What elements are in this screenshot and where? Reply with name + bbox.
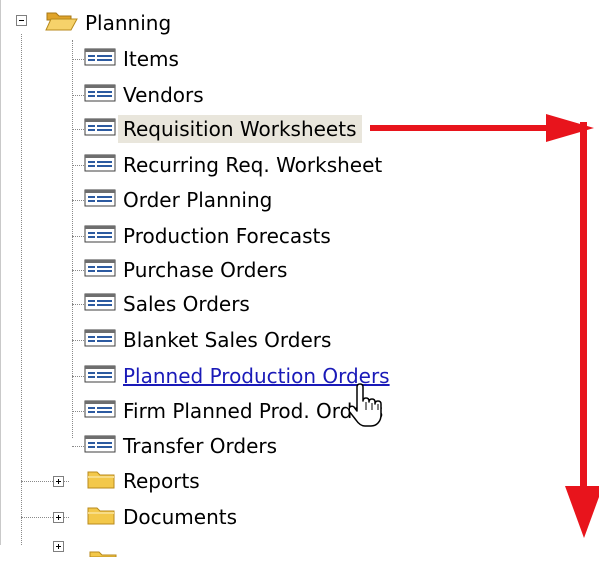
tree-node-firm-planned-prod-orders[interactable]: Firm Planned Prod. Orders (84, 394, 388, 428)
tree-node-label: Recurring Req. Worksheet (123, 153, 383, 177)
tree-node-production-forecasts[interactable]: Production Forecasts (84, 219, 336, 253)
folder-open-icon (44, 8, 78, 39)
tree-node-label: Vendors (123, 83, 204, 107)
list-page-icon (84, 188, 116, 213)
tree-node-label: Items (123, 47, 179, 71)
tree-node-transfer-orders[interactable]: Transfer Orders (84, 429, 282, 463)
hand-pointer-icon (350, 383, 382, 427)
tree-node-planning[interactable]: Planning (44, 6, 176, 40)
collapse-toggle[interactable] (16, 15, 27, 26)
tree-node-label: Planning (85, 11, 172, 35)
tree-node-items[interactable]: Items (84, 42, 184, 76)
tree-node-requisition-worksheets[interactable]: Requisition Worksheets (84, 112, 362, 146)
tree-node-label: Transfer Orders (123, 434, 278, 458)
list-page-icon (84, 328, 116, 353)
tree-node-documents[interactable]: Documents (86, 500, 242, 534)
tree-connector-vertical (21, 34, 22, 545)
list-page-icon (84, 153, 116, 178)
expand-toggle[interactable] (53, 541, 64, 552)
expand-toggle[interactable] (53, 476, 64, 487)
list-page-icon (84, 434, 116, 459)
tree-node-purchase-orders[interactable]: Purchase Orders (84, 253, 292, 287)
tree-node-reports[interactable]: Reports (86, 464, 205, 498)
tree-node-planned-production-orders[interactable]: Planned Production Orders (84, 359, 395, 393)
tree-node-label: Production Forecasts (123, 224, 331, 248)
tree-node-label: Blanket Sales Orders (123, 328, 332, 352)
list-page-icon (84, 258, 116, 283)
tree-node-label: Requisition Worksheets (118, 115, 362, 143)
list-page-icon (84, 224, 116, 249)
tree-node-label: Documents (123, 505, 238, 529)
tree-node-label: Sales Orders (123, 292, 250, 316)
folder-closed-icon (86, 468, 116, 495)
navigation-tree: Planning Items Vendors Requisition Works… (0, 0, 599, 558)
list-page-icon (84, 83, 116, 108)
folder-closed-icon (86, 504, 116, 531)
expand-toggle[interactable] (53, 512, 64, 523)
tree-node-blanket-sales-orders[interactable]: Blanket Sales Orders (84, 323, 336, 357)
folder-closed-icon (88, 538, 118, 562)
tree-node-label: Purchase Orders (123, 258, 288, 282)
list-page-icon (84, 47, 116, 72)
list-page-icon (84, 117, 116, 142)
list-page-icon (84, 399, 116, 424)
tree-node-order-planning[interactable]: Order Planning (84, 183, 277, 217)
list-page-icon (84, 292, 116, 317)
annotation-arrow-down (565, 122, 599, 538)
tree-node-label: Reports (123, 469, 200, 493)
list-page-icon (84, 364, 116, 389)
tree-node-sales-orders[interactable]: Sales Orders (84, 287, 255, 321)
tree-node-label: Order Planning (123, 188, 273, 212)
tree-node-recurring-req-worksheet[interactable]: Recurring Req. Worksheet (84, 148, 387, 182)
tree-node-vendors[interactable]: Vendors (84, 78, 209, 112)
tree-connector-vertical (72, 40, 73, 438)
tree-node-label: Firm Planned Prod. Orders (123, 399, 384, 423)
